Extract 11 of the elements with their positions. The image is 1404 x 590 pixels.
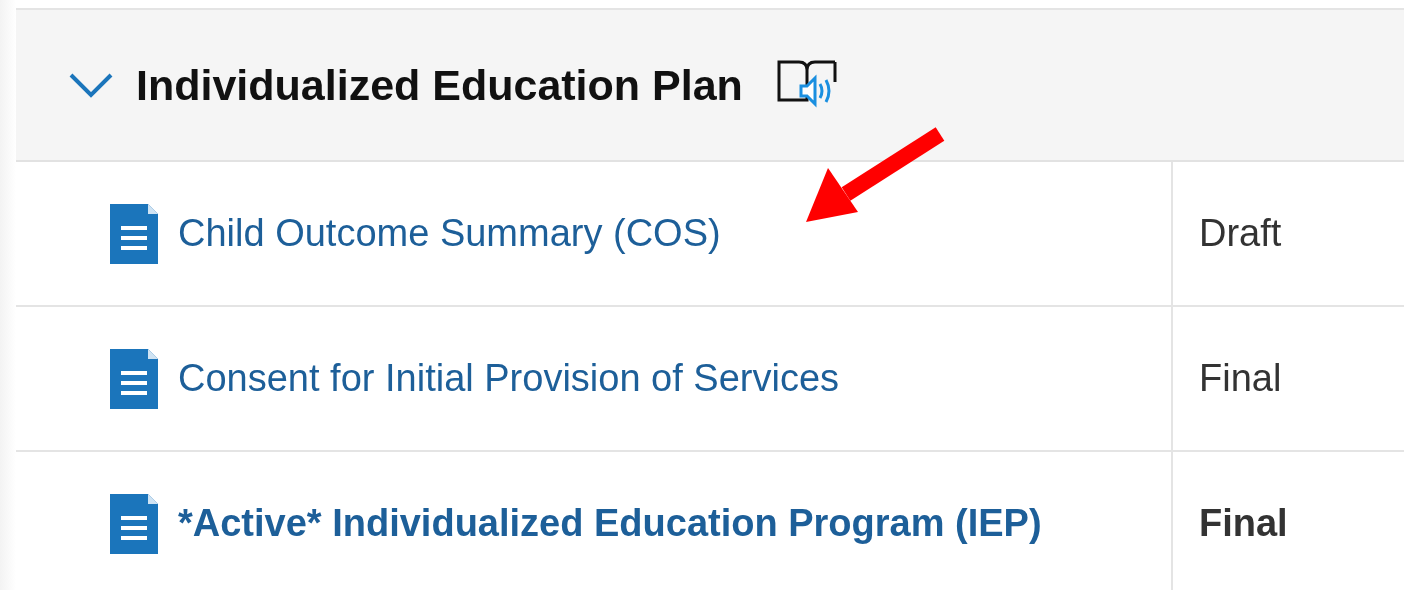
document-status: Final <box>1199 502 1288 545</box>
document-link[interactable]: *Active* Individualized Education Program (IEP) <box>178 502 1042 545</box>
section-title: Individualized Education Plan <box>136 60 743 110</box>
document-status: Final <box>1199 357 1282 400</box>
document-status: Draft <box>1199 212 1282 255</box>
document-icon <box>110 493 158 554</box>
document-icon <box>110 203 158 264</box>
document-link[interactable]: Consent for Initial Provision of Services <box>178 357 840 400</box>
document-icon <box>110 348 158 409</box>
document-link[interactable]: Child Outcome Summary (COS) <box>178 212 721 255</box>
section-header[interactable]: Individualized Education Plan <box>16 10 1404 162</box>
